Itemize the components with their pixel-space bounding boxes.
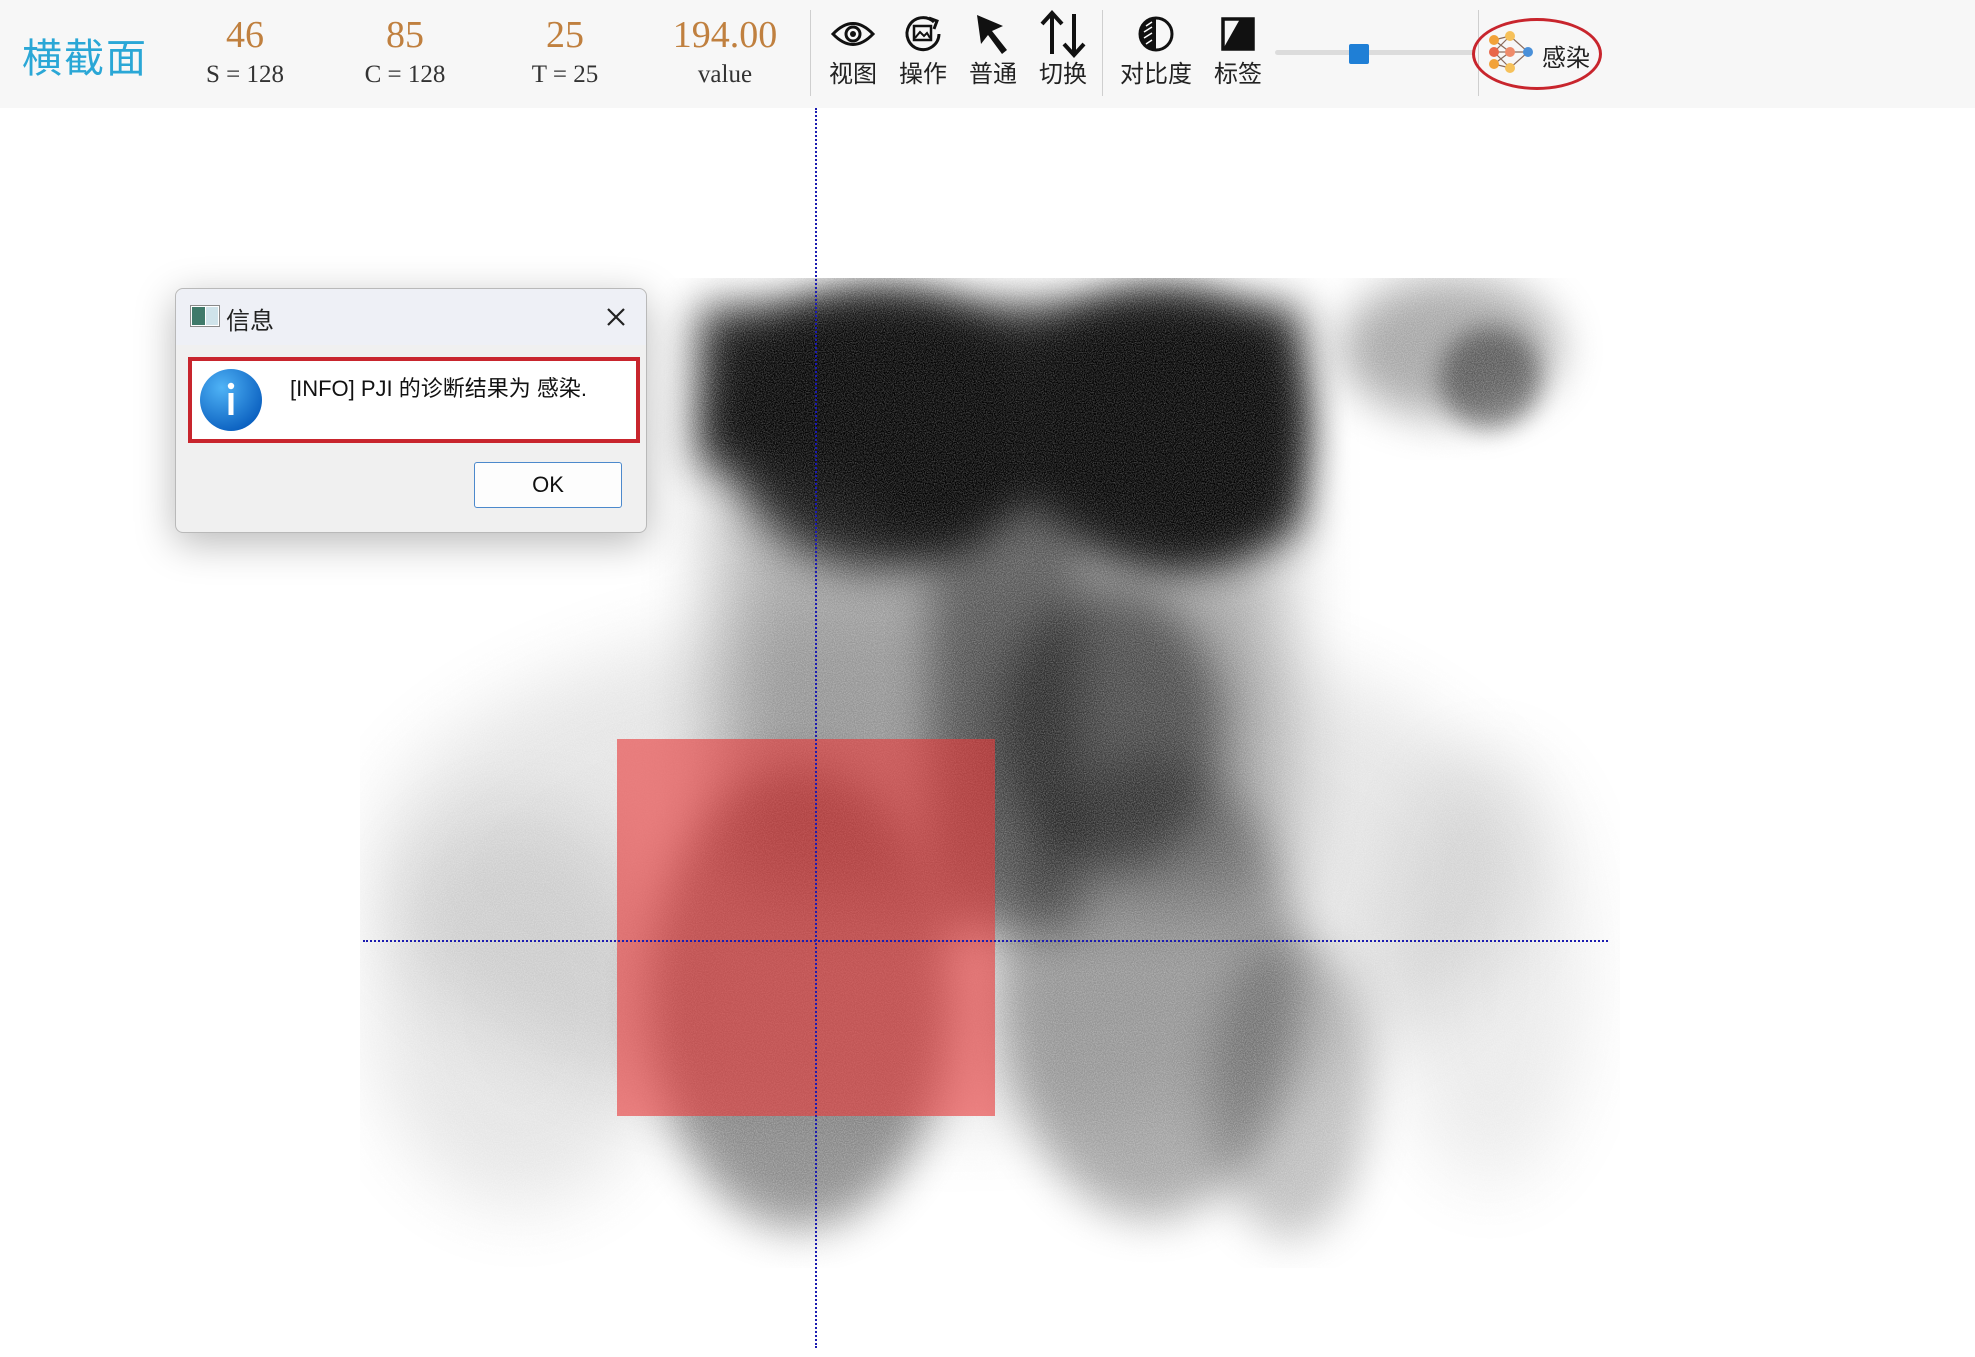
infection-region-overlay xyxy=(617,739,995,1116)
stat-label: C = 128 xyxy=(364,61,446,88)
switch-button-label: 切换 xyxy=(1039,60,1087,88)
stat-value: 25 xyxy=(546,14,584,56)
view-button-label: 视图 xyxy=(829,60,877,88)
eye-icon xyxy=(818,10,888,58)
stat-label: T = 25 xyxy=(531,61,599,88)
label-icon xyxy=(1203,10,1273,58)
contrast-button-label: 对比度 xyxy=(1120,60,1192,88)
infection-diagnosis-button[interactable]: 感染 xyxy=(1472,18,1602,90)
stat-label: value xyxy=(697,61,753,88)
operation-button[interactable]: 操作 xyxy=(888,10,958,90)
info-icon xyxy=(198,367,264,437)
dialog-message: [INFO] PJI 的诊断结果为 感染. xyxy=(290,376,588,401)
label-button[interactable]: 标签 xyxy=(1203,10,1273,90)
cursor-arrow-icon xyxy=(958,10,1028,58)
stat-value: 194.00 xyxy=(672,14,778,56)
operation-button-label: 操作 xyxy=(899,60,947,88)
view-button[interactable]: 视图 xyxy=(818,10,888,90)
neural-network-icon xyxy=(1486,30,1538,78)
stat-c: 85 C = 128 xyxy=(335,12,475,92)
ok-button[interactable]: OK xyxy=(474,462,622,508)
dialog-message-box: [INFO] PJI 的诊断结果为 感染. xyxy=(188,357,640,443)
normal-button-label: 普通 xyxy=(969,60,1017,88)
stat-value: 85 xyxy=(386,14,424,56)
stat-s: 46 S = 128 xyxy=(175,12,315,92)
zoom-slider[interactable] xyxy=(1275,44,1475,64)
swap-arrows-icon xyxy=(1028,10,1098,58)
contrast-icon xyxy=(1120,10,1192,58)
refresh-image-icon xyxy=(888,10,958,58)
crosshair-horizontal[interactable] xyxy=(363,940,1608,942)
dialog-title: 信息 xyxy=(226,307,274,335)
toolbar-divider xyxy=(1102,10,1103,96)
info-dialog: 信息 [INFO] PJI 的诊断结果为 感染. OK xyxy=(175,288,647,533)
normal-button[interactable]: 普通 xyxy=(958,10,1028,90)
dialog-titlebar[interactable]: 信息 xyxy=(176,289,646,345)
view-title: 横截面 xyxy=(22,36,148,82)
stat-label: S = 128 xyxy=(205,61,284,88)
close-icon[interactable] xyxy=(596,297,636,337)
slider-track xyxy=(1275,50,1475,55)
stat-value-readout: 194.00 value xyxy=(655,12,795,92)
infection-button-label: 感染 xyxy=(1542,44,1590,72)
label-button-label: 标签 xyxy=(1214,60,1262,88)
stat-t: 25 T = 25 xyxy=(495,12,635,92)
crosshair-vertical[interactable] xyxy=(815,108,817,1348)
switch-button[interactable]: 切换 xyxy=(1028,10,1098,90)
slider-thumb[interactable] xyxy=(1348,44,1369,64)
contrast-button[interactable]: 对比度 xyxy=(1120,10,1192,90)
toolbar-divider xyxy=(810,10,811,96)
toolbar: 横截面 46 S = 128 85 C = 128 25 T = 25 194.… xyxy=(0,0,1975,109)
stat-value: 46 xyxy=(226,14,264,56)
window-icon xyxy=(190,305,220,331)
